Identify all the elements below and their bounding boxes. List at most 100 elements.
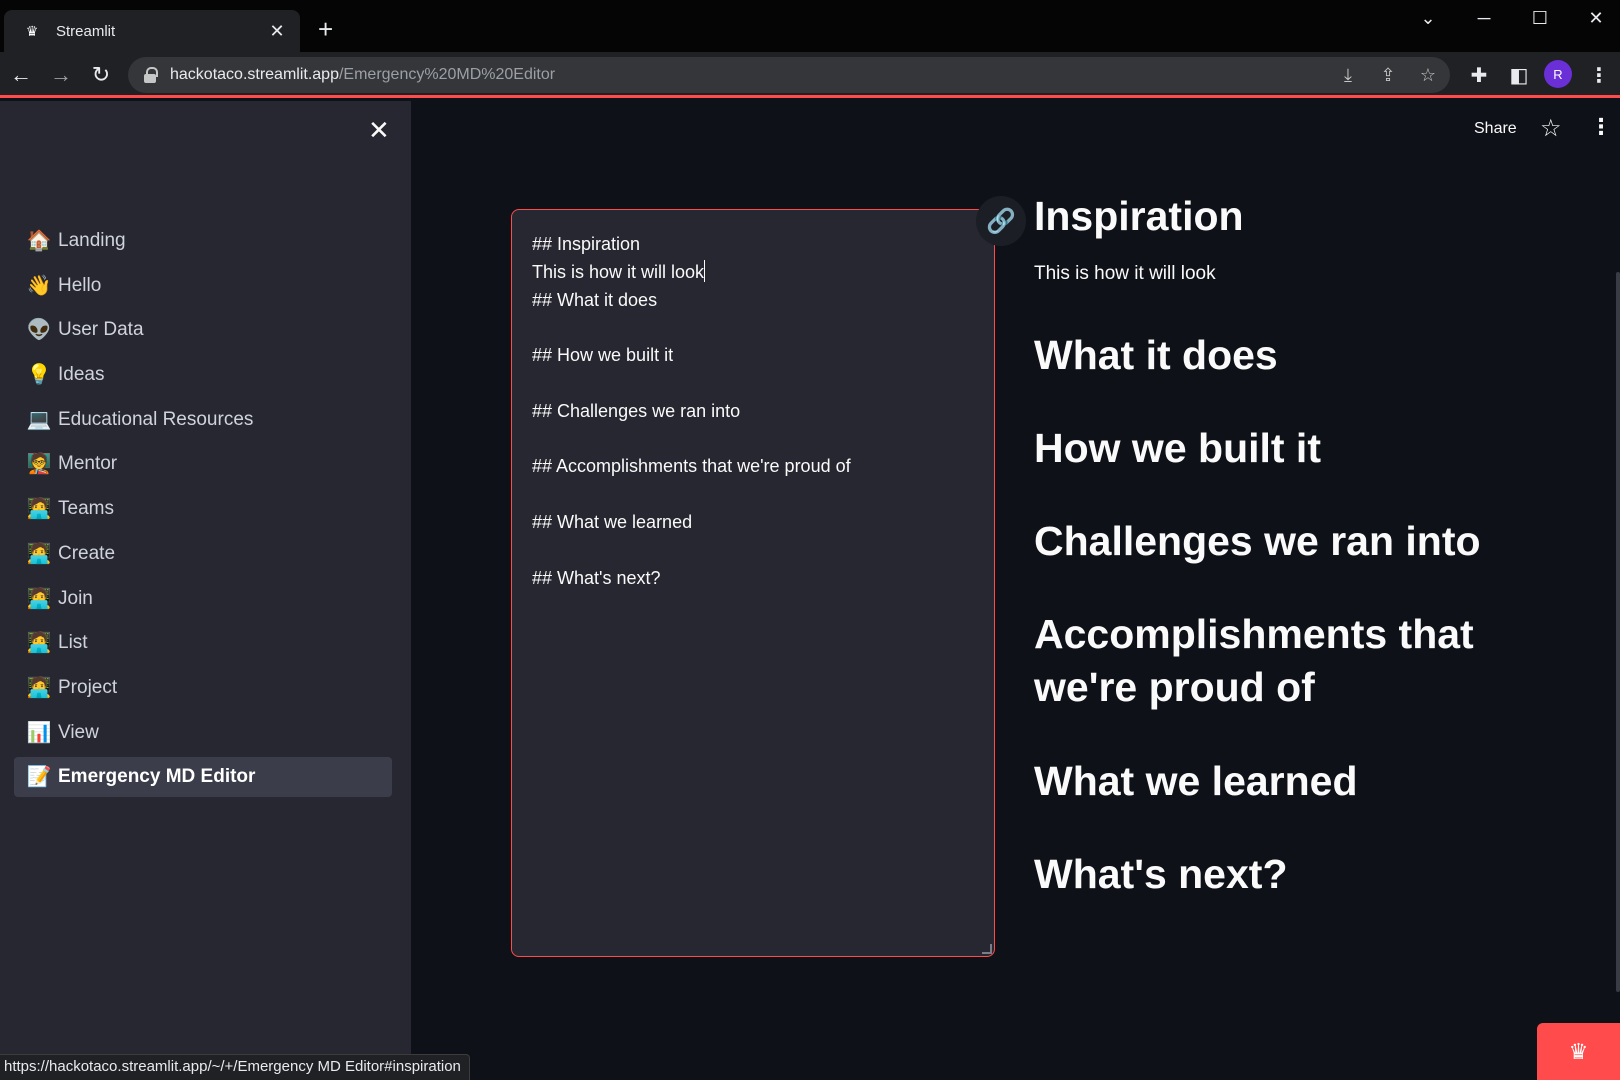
editor-line: ## What we learned — [532, 508, 974, 536]
sidebar-item-label: Mentor — [58, 453, 118, 475]
sidebar-item-teams[interactable]: 🧑‍💻 Teams — [14, 489, 392, 529]
editor-line: ## Challenges we ran into — [532, 397, 974, 425]
editor-line-text: ## What it does — [532, 289, 658, 310]
editor-line: ## What it does — [532, 286, 974, 314]
preview-paragraph: This is how it will look — [1034, 263, 1216, 284]
markdown-editor-textarea[interactable]: ## Inspiration This is how it will look ##… — [511, 209, 995, 957]
sidebar-item-label: Project — [58, 676, 118, 698]
editor-line: ## Inspiration — [532, 230, 974, 258]
anchor-link-icon[interactable]: 🔗 — [976, 196, 1026, 246]
sidebar-item-label: Educational Resources — [58, 408, 254, 430]
house-icon: 🏠 — [26, 230, 52, 252]
resize-handle[interactable] — [982, 944, 992, 954]
app-menu-icon[interactable]: ⋮ — [1590, 114, 1612, 140]
status-bar-url: https://hackotaco.streamlit.app/~/+/Emer… — [0, 1054, 470, 1080]
lock-icon — [144, 67, 158, 83]
sidebar-item-label: Hello — [58, 274, 102, 296]
manage-app-crown-icon[interactable]: ♛ — [1537, 1023, 1620, 1080]
editor-line: ## How we built it — [532, 341, 974, 369]
sidebar-item-label: Emergency MD Editor — [58, 766, 256, 788]
window-close-icon[interactable]: ✕ — [1578, 8, 1614, 29]
sidebar-item-create[interactable]: 🧑‍💻 Create — [14, 534, 392, 574]
forward-arrow-icon[interactable]: → — [46, 60, 76, 90]
preview-heading-what-it-does: What it does — [1034, 332, 1278, 378]
share-button[interactable]: Share — [1474, 120, 1517, 138]
browser-tab-bar: ♛ Streamlit ✕ + ⌄ ─ ☐ ✕ — [0, 0, 1620, 52]
profile-avatar[interactable]: R — [1544, 60, 1572, 88]
tab-search-chevron-icon[interactable]: ⌄ — [1410, 8, 1446, 29]
new-tab-icon[interactable]: + — [318, 16, 333, 42]
tab-title: Streamlit — [56, 22, 116, 40]
editor-line-text: ## What's next? — [532, 567, 661, 588]
preview-heading-accomplishments: Accomplishments that we're proud of — [1034, 611, 1474, 710]
share-page-icon[interactable]: ⇪ — [1374, 61, 1402, 89]
sidebar-item-label: Join — [58, 587, 93, 609]
sidebar-item-label: Teams — [58, 498, 114, 520]
technologist-icon: 🧑‍💻 — [26, 676, 52, 699]
preview-heading-how-we-built-it: How we built it — [1034, 425, 1321, 471]
editor-line-text: ## Accomplishments that we're proud of — [532, 456, 851, 477]
bar-chart-icon: 📊 — [26, 721, 52, 744]
memo-icon: 📝 — [26, 766, 52, 789]
sidebar-item-label: View — [58, 721, 99, 743]
lightbulb-icon: 💡 — [26, 364, 52, 387]
reload-icon[interactable]: ↻ — [86, 60, 116, 90]
sidebar-item-ideas[interactable]: 💡 Ideas — [14, 355, 392, 395]
sidebar-item-mentor[interactable]: 🧑‍🏫 Mentor — [14, 444, 392, 484]
sidebar-item-label: Create — [58, 542, 116, 564]
editor-line-text: ## How we built it — [532, 345, 674, 366]
back-arrow-icon[interactable]: ← — [6, 60, 36, 90]
browser-tab[interactable]: ♛ Streamlit ✕ — [4, 10, 300, 52]
address-bar[interactable]: hackotaco.streamlit.app /Emergency%20MD%… — [128, 57, 1450, 93]
url-path: /Emergency%20MD%20Editor — [338, 66, 556, 83]
bookmark-star-icon[interactable]: ☆ — [1414, 61, 1442, 89]
sidebar-item-label: List — [58, 632, 88, 654]
sidebar-item-emergency-md-editor[interactable]: 📝 Emergency MD Editor — [14, 757, 392, 798]
side-panel-icon[interactable]: ◧ — [1504, 60, 1534, 90]
sidebar-item-educational-resources[interactable]: 💻 Educational Resources — [14, 400, 392, 440]
sidebar-item-label: Ideas — [58, 364, 105, 386]
editor-line-text: ## Challenges we ran into — [532, 400, 741, 421]
technologist-icon: 🧑‍💻 — [26, 632, 52, 655]
waving-hand-icon: 👋 — [26, 274, 52, 297]
technologist-icon: 🧑‍💻 — [26, 498, 52, 521]
sidebar-close-icon[interactable]: ✕ — [368, 117, 390, 143]
editor-line: This is how it will look — [532, 258, 974, 286]
maximize-icon[interactable]: ☐ — [1522, 8, 1558, 29]
extensions-puzzle-icon[interactable]: ✚ — [1464, 60, 1494, 90]
browser-toolbar: ← → ↻ hackotaco.streamlit.app /Emergency… — [0, 52, 1620, 98]
sidebar-item-label: Landing — [58, 230, 126, 251]
teacher-icon: 🧑‍🏫 — [26, 453, 52, 476]
favorite-star-icon[interactable]: ☆ — [1540, 114, 1562, 143]
streamlit-favicon-icon: ♛ — [25, 22, 39, 39]
sidebar-nav: 🏠 Landing 👋 Hello 👽 User Data 💡 Ideas 💻 Education… — [14, 221, 392, 802]
minimize-icon[interactable]: ─ — [1466, 8, 1502, 29]
sidebar-item-view[interactable]: 📊 View — [14, 713, 392, 753]
sidebar-item-join[interactable]: 🧑‍💻 Join — [14, 579, 392, 619]
editor-line: ## What's next? — [532, 564, 974, 592]
preview-heading-inspiration: Inspiration — [1034, 193, 1244, 239]
install-app-icon[interactable]: ⤓ — [1334, 61, 1362, 89]
technologist-icon: 🧑‍💻 — [26, 587, 52, 610]
text-caret — [704, 259, 706, 282]
sidebar-item-label: User Data — [58, 319, 144, 341]
browser-menu-icon[interactable]: ⋮ — [1584, 60, 1614, 90]
sidebar-item-list[interactable]: 🧑‍💻 List — [14, 623, 392, 663]
editor-line-text: This is how it will look — [532, 261, 705, 282]
sidebar-item-user-data[interactable]: 👽 User Data — [14, 310, 392, 350]
sidebar-item-project[interactable]: 🧑‍💻 Project — [14, 668, 392, 708]
page-scrollbar[interactable] — [1616, 272, 1620, 992]
preview-heading-whats-next: What's next? — [1034, 851, 1288, 897]
tab-close-icon[interactable]: ✕ — [266, 21, 288, 42]
sidebar-item-hello[interactable]: 👋 Hello — [14, 266, 392, 306]
alien-icon: 👽 — [26, 319, 52, 342]
url-host: hackotaco.streamlit.app — [170, 66, 339, 83]
preview-heading-what-we-learned: What we learned — [1034, 758, 1358, 804]
editor-line: ## Accomplishments that we're proud of — [532, 452, 974, 480]
laptop-icon: 💻 — [26, 408, 52, 431]
sidebar-item-landing[interactable]: 🏠 Landing — [14, 221, 392, 261]
